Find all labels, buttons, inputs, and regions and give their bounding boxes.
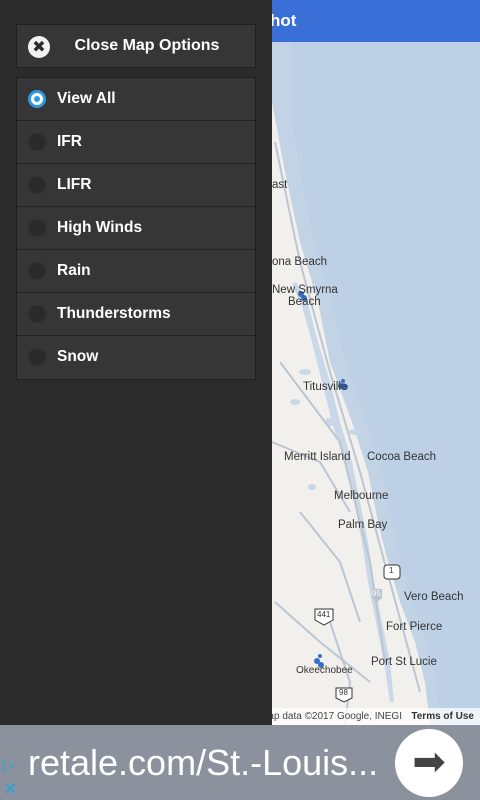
terms-of-use-link[interactable]: Terms of Use [411,711,474,722]
map-options-drawer: ✖ Close Map Options View All IFR LIFR Hi… [0,0,272,725]
filter-option-label: High Winds [57,219,143,236]
route-shield: 98 [339,688,348,697]
radio-unselected[interactable] [28,348,46,366]
place-label: New Smyrna [272,284,338,296]
ad-url-text[interactable]: retale.com/St.-Louis... [28,742,378,784]
filter-option-label: View All [57,90,116,107]
app-title: hot [270,11,297,30]
close-map-options-button[interactable]: ✖ Close Map Options [16,24,256,68]
map-data-credit: ap data ©2017 Google, INEGI [268,711,402,722]
place-label: Melbourne [334,490,389,502]
map-filter-list: View All IFR LIFR High Winds Rain Thunde… [16,77,256,380]
route-shield: 1 [389,566,394,575]
filter-option-label: IFR [57,133,82,150]
ad-choices-icon[interactable]: ▷ [3,755,23,775]
radio-unselected[interactable] [28,305,46,323]
radio-selected[interactable] [28,90,46,108]
radio-unselected[interactable] [28,133,46,151]
filter-option-label: Thunderstorms [57,305,171,322]
place-label: Cocoa Beach [367,451,437,463]
filter-option-ifr[interactable]: IFR [17,121,255,164]
filter-option-label: Snow [57,348,99,365]
place-label: Vero Beach [404,591,464,603]
radio-unselected[interactable] [28,219,46,237]
filter-option-view-all[interactable]: View All [17,78,255,121]
route-shield: 95 [372,589,381,598]
close-map-options-label: Close Map Options [74,37,220,54]
place-label: ast [272,179,288,191]
place-label: Okeechobee [296,665,353,676]
radio-unselected[interactable] [28,262,46,280]
radio-unselected[interactable] [28,176,46,194]
filter-option-high-winds[interactable]: High Winds [17,207,255,250]
filter-option-label: Rain [57,262,91,279]
arrow-right-icon[interactable]: ➡ [395,729,463,797]
place-label: Titusville [303,381,348,393]
place-label: Palm Bay [338,519,388,531]
route-shield: 441 [317,610,331,619]
place-label: ona Beach [272,256,327,268]
place-label: Beach [288,296,321,308]
filter-option-lifr[interactable]: LIFR [17,164,255,207]
place-label: Port St Lucie [371,656,437,668]
filter-option-thunderstorms[interactable]: Thunderstorms [17,293,255,336]
place-label: Fort Pierce [386,621,443,633]
filter-option-snow[interactable]: Snow [17,336,255,379]
filter-option-label: LIFR [57,176,92,193]
ad-banner[interactable]: ▷ ✕ retale.com/St.-Louis... ➡ [0,725,480,800]
place-label: Merritt Island [284,451,351,463]
filter-option-rain[interactable]: Rain [17,250,255,293]
ad-close-icon[interactable]: ✕ [3,779,23,800]
